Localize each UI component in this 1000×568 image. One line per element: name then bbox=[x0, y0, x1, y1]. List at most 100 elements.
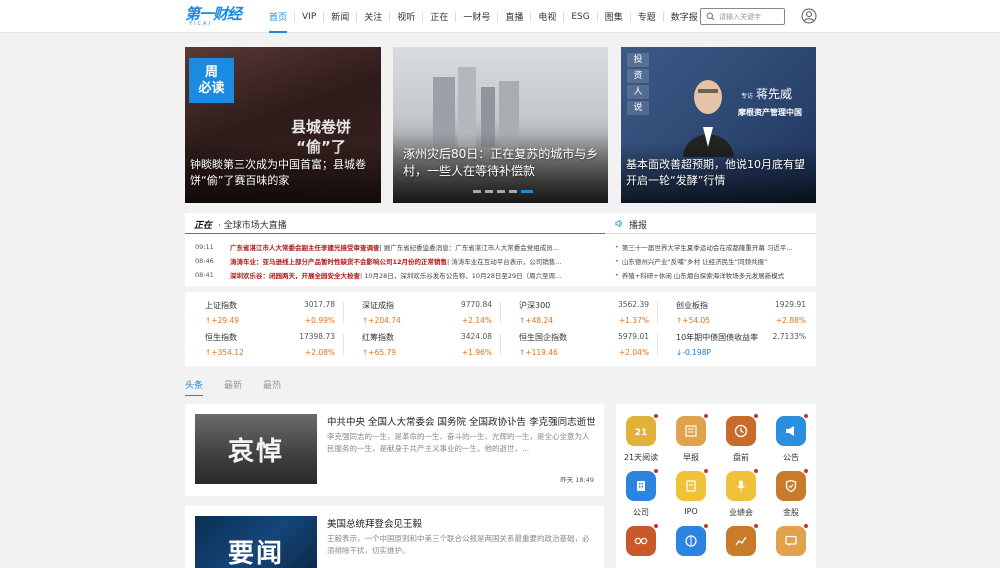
main-nav: 首页 VIP 新闻 关注 视听 正在 一财号 直播 电视 ESG 图集 专题 数字报 bbox=[262, 0, 705, 33]
nav-item-11[interactable]: 专题 bbox=[631, 0, 663, 33]
broadcast-row[interactable]: 山东德州兴产业“反哺”乡村 让经济民生“同频共振” bbox=[615, 254, 811, 268]
live-headline[interactable]: 涛涛车业：亚马逊线上部分产品暂时性缺货不会影响公司12月份的正常销售 bbox=[230, 258, 447, 266]
live-text[interactable]: 深圳欢乐谷：闭园两天，开展全园安全大检查| 10月28日，深圳欢乐谷发布公告称，… bbox=[230, 270, 605, 280]
company-icon[interactable] bbox=[626, 469, 658, 501]
service-shortcut[interactable]: IPO bbox=[666, 459, 716, 519]
microphone-icon[interactable] bbox=[726, 469, 758, 501]
newspaper-icon[interactable] bbox=[676, 414, 708, 446]
carousel-dot[interactable] bbox=[509, 190, 517, 193]
index-percent: +2.04% bbox=[618, 348, 649, 357]
live-title[interactable]: · 全球市场大直播 bbox=[218, 218, 287, 231]
hero-card-weekly-read[interactable]: 周 必读 县城卷饼 “偷”了 钟睒睒第三次成为中国首富；县城卷饼“偷”了赛百味的… bbox=[185, 47, 381, 203]
user-account-icon[interactable] bbox=[801, 8, 817, 24]
broadcast-row[interactable]: 第三十一届世界大学生夏季运动会在成都隆重开幕 习近平... bbox=[615, 240, 811, 254]
shield-icon[interactable] bbox=[776, 469, 808, 501]
hero-card-investor-talk[interactable]: 投 资 人 说 专访 蒋先威 摩根资产管理中国 基本面改善超预期，他说10月底有望… bbox=[621, 47, 816, 203]
index-change: ↑+65.79 bbox=[362, 348, 396, 357]
service-shortcuts-panel: 21 21天阅读 早报 盘前 公告公司 IPO 业绩会 金股 bbox=[616, 404, 816, 568]
investor-talk-tag: 投 资 人 说 bbox=[627, 53, 649, 117]
nav-item-0[interactable]: 首页 bbox=[262, 0, 294, 33]
live-headline[interactable]: 广东省湛江市人大常委会副主任李建光接受审查调查 bbox=[230, 244, 380, 252]
service-shortcut[interactable] bbox=[766, 514, 816, 568]
megaphone-icon[interactable] bbox=[776, 414, 808, 446]
tab-2[interactable]: 最热 bbox=[263, 378, 281, 396]
nav-item-12[interactable]: 数字报 bbox=[664, 0, 705, 33]
nav-item-6[interactable]: 一财号 bbox=[456, 0, 497, 33]
nav-item-1[interactable]: VIP bbox=[295, 0, 323, 33]
index-change: ↑+119.46 bbox=[519, 348, 558, 357]
nav-item-8[interactable]: 电视 bbox=[531, 0, 563, 33]
service-shortcut[interactable]: 业绩会 bbox=[716, 459, 766, 519]
broadcast-title[interactable]: 播报 bbox=[629, 218, 647, 231]
carousel-dot[interactable] bbox=[473, 190, 481, 193]
live-text[interactable]: 广东省湛江市人大常委会副主任李建光接受审查调查| 据广东省纪委监委消息：广东省湛… bbox=[230, 242, 605, 252]
tag-char: 投 bbox=[627, 53, 649, 67]
carousel-dot[interactable] bbox=[485, 190, 493, 193]
index-quote[interactable]: 10年期中债国债收益率 2.7133% ↓-0.198P bbox=[666, 324, 806, 357]
news-item[interactable]: 要闻 美国总统拜登会见王毅 王毅表示，一个中国原则和中美三个联合公报是两国关系最… bbox=[185, 506, 604, 568]
nav-item-4[interactable]: 视听 bbox=[390, 0, 422, 33]
live-news-row[interactable]: 08:46 涛涛车业：亚马逊线上部分产品暂时性缺货不会影响公司12月份的正常销售|… bbox=[185, 254, 605, 268]
nav-item-5[interactable]: 正在 bbox=[423, 0, 455, 33]
index-change-value: +119.46 bbox=[525, 348, 558, 357]
search-box[interactable] bbox=[700, 8, 785, 25]
live-headline[interactable]: 深圳欢乐谷：闭园两天，开展全园安全大检查 bbox=[230, 272, 360, 280]
search-input[interactable] bbox=[719, 12, 785, 21]
index-quote[interactable]: 恒生指数 17398.73 ↑+354.12 +2.08% bbox=[195, 324, 335, 357]
service-shortcut[interactable]: 公告 bbox=[766, 404, 816, 464]
live-text[interactable]: 涛涛车业：亚马逊线上部分产品暂时性缺货不会影响公司12月份的正常销售| 涛涛车业… bbox=[230, 256, 605, 266]
nav-item-10[interactable]: 图集 bbox=[598, 0, 630, 33]
index-divider bbox=[500, 334, 501, 356]
index-name: 恒生国企指数 bbox=[519, 333, 567, 342]
live-news-row[interactable]: 08:41 深圳欢乐谷：闭园两天，开展全园安全大检查| 10月28日，深圳欢乐谷发… bbox=[185, 268, 605, 282]
hero-card-zhuozhou[interactable]: 涿州灾后80日：正在复苏的城市与乡村，一些人在等待补偿款 bbox=[393, 47, 608, 203]
index-change-value: -0.198P bbox=[682, 348, 711, 357]
nav-item-9[interactable]: ESG bbox=[564, 0, 596, 33]
news-title[interactable]: 美国总统拜登会见王毅 bbox=[327, 516, 422, 530]
message-icon[interactable] bbox=[776, 524, 808, 556]
overlay-title-line-1: 县城卷饼 bbox=[291, 118, 352, 136]
index-quote[interactable]: 红筹指数 3424.08 ↑+65.79 +1.96% bbox=[352, 324, 492, 357]
tab-1[interactable]: 最新 bbox=[224, 378, 242, 396]
service-shortcut[interactable] bbox=[666, 514, 716, 568]
broadcast-row[interactable]: 养殖+科研+休闲 山东烟台探索海洋牧场多元发展新模式 bbox=[615, 268, 811, 282]
tab-0[interactable]: 头条 bbox=[185, 378, 204, 396]
logo-text: 第一财经 bbox=[185, 5, 242, 23]
nav-item-7[interactable]: 直播 bbox=[498, 0, 530, 33]
svg-text:21: 21 bbox=[635, 428, 648, 438]
reading-icon[interactable]: 21 bbox=[626, 414, 658, 446]
index-value: 2.7133% bbox=[772, 332, 806, 341]
index-change: ↑+354.12 bbox=[205, 348, 244, 357]
service-shortcut[interactable]: 盘前 bbox=[716, 404, 766, 464]
clock-icon[interactable] bbox=[726, 414, 758, 446]
nav-item-3[interactable]: 关注 bbox=[357, 0, 389, 33]
news-title[interactable]: 中共中央 全国人大常委会 国务院 全国政协讣告 李克强同志逝世 bbox=[327, 414, 596, 428]
news-thumbnail[interactable]: 要闻 bbox=[195, 516, 317, 568]
ipo-icon[interactable] bbox=[676, 469, 708, 501]
index-quote[interactable]: 恒生国企指数 5979.01 ↑+119.46 +2.04% bbox=[509, 324, 649, 357]
service-shortcut[interactable] bbox=[616, 514, 666, 568]
news-item[interactable]: 哀悼 中共中央 全国人大常委会 国务院 全国政协讣告 李克强同志逝世 李克强同志… bbox=[185, 404, 604, 496]
carousel-dot[interactable] bbox=[497, 190, 505, 193]
badge-line-1: 周 bbox=[204, 64, 218, 80]
service-shortcut[interactable]: 金股 bbox=[766, 459, 816, 519]
chart-icon[interactable] bbox=[726, 524, 758, 556]
brain-icon[interactable] bbox=[676, 524, 708, 556]
live-news-row[interactable]: 09:11 广东省湛江市人大常委会副主任李建光接受审查调查| 据广东省纪委监委消息… bbox=[185, 240, 605, 254]
index-quote[interactable]: 创业板指 1929.91 ↑+54.05 +2.88% bbox=[666, 292, 806, 325]
service-shortcut[interactable]: 早报 bbox=[666, 404, 716, 464]
live-panel-header: 正在 · 全球市场大直播 播报 bbox=[185, 213, 816, 234]
glasses-icon[interactable] bbox=[626, 524, 658, 556]
nav-item-2[interactable]: 新闻 bbox=[324, 0, 356, 33]
index-quote[interactable]: 上证指数 3017.78 ↑+29.49 +0.99% bbox=[195, 292, 335, 325]
index-change: ↓-0.198P bbox=[676, 348, 711, 357]
site-logo[interactable]: 第一财经 YICAI bbox=[185, 5, 242, 28]
service-shortcut[interactable]: 公司 bbox=[616, 459, 666, 519]
index-change-value: +65.79 bbox=[368, 348, 397, 357]
service-shortcut[interactable] bbox=[716, 514, 766, 568]
carousel-dot-active[interactable] bbox=[521, 190, 533, 193]
service-shortcut[interactable]: 21 21天阅读 bbox=[616, 404, 666, 464]
index-quote[interactable]: 沪深300 3562.39 ↑+48.24 +1.37% bbox=[509, 292, 649, 325]
index-quote[interactable]: 深证成指 9770.84 ↑+204.74 +2.14% bbox=[352, 292, 492, 325]
news-thumbnail[interactable]: 哀悼 bbox=[195, 414, 317, 484]
